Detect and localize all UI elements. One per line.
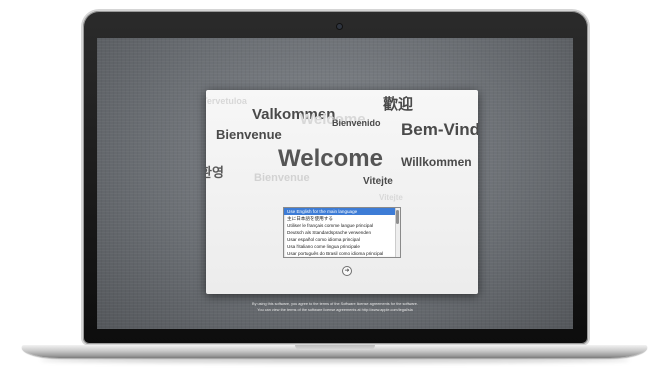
macbook-pro: Tervetuloa Valkommen 歡迎 Welcome Bienvenido Bi… bbox=[0, 0, 669, 380]
welcome-word: Bienvenue bbox=[216, 127, 282, 142]
language-option[interactable]: Usa l'italiano come lingua principale bbox=[284, 243, 400, 250]
camera-icon bbox=[337, 24, 342, 29]
welcome-word: Welcome bbox=[278, 145, 383, 172]
language-list[interactable]: Use English for the main language 主に日本語を使… bbox=[283, 207, 401, 258]
license-text-line-2: You can view the terms of the software l… bbox=[257, 308, 413, 312]
language-list-scrollbar[interactable] bbox=[395, 208, 400, 257]
welcome-word: 환영 bbox=[206, 165, 224, 180]
language-option[interactable]: Deutsch als Standardsprache verwenden bbox=[284, 229, 400, 236]
welcome-word: 歡迎 bbox=[383, 96, 414, 113]
welcome-word: Vitejte bbox=[379, 193, 403, 202]
language-option[interactable]: Utiliser le français comme langue princi… bbox=[284, 222, 400, 229]
welcome-word: Bem-Vindo bbox=[401, 120, 478, 139]
language-option[interactable]: Usar español como idioma principal bbox=[284, 236, 400, 243]
scrollbar-thumb[interactable] bbox=[396, 210, 399, 224]
welcome-word: Willkommen bbox=[401, 155, 472, 169]
screen: Tervetuloa Valkommen 歡迎 Welcome Bienvenido Bi… bbox=[97, 38, 573, 329]
welcome-word: Tervetuloa bbox=[206, 96, 247, 106]
license-text-line-1: By using this software, you agree to the… bbox=[252, 302, 418, 306]
continue-arrow-button[interactable]: ➜ bbox=[342, 266, 352, 276]
welcome-window: Tervetuloa Valkommen 歡迎 Welcome Bienvenido Bi… bbox=[206, 90, 478, 294]
lid-opening-notch bbox=[295, 345, 375, 350]
language-option[interactable]: Usar português do Brasil como idioma pri… bbox=[284, 250, 400, 257]
language-option[interactable]: Use English for the main language bbox=[284, 208, 400, 215]
language-option[interactable]: 主に日本語を使用する bbox=[284, 215, 400, 222]
arrow-right-icon: ➜ bbox=[344, 268, 350, 274]
welcome-word: Bienvenue bbox=[254, 172, 310, 184]
welcome-word: Vitejte bbox=[363, 176, 393, 187]
welcome-word: Bienvenido bbox=[332, 118, 381, 128]
